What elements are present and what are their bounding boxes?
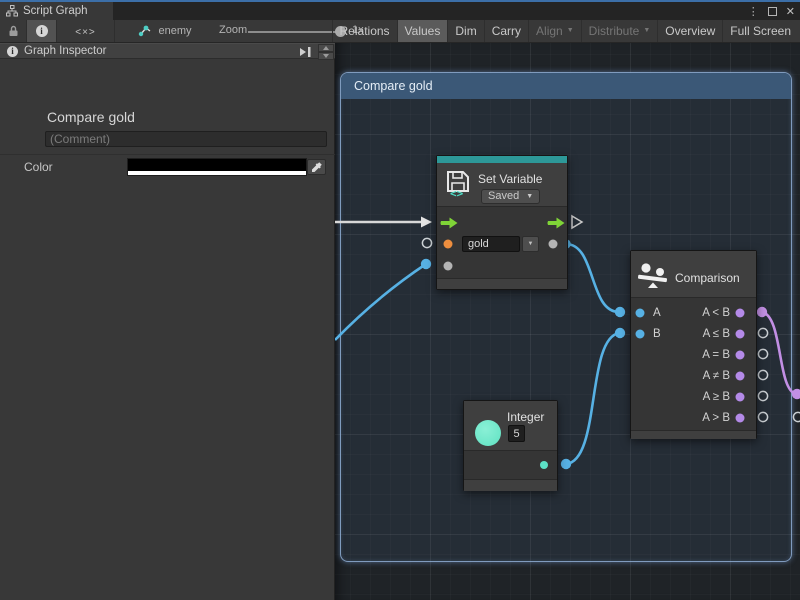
flow-output-port[interactable] (548, 218, 565, 229)
output-label-less-equal: A ≤ B (703, 328, 730, 340)
variable-name-field[interactable]: gold (462, 236, 520, 252)
inspector-header: Graph Inspector (0, 43, 335, 59)
graph-reference-label: enemy (158, 25, 191, 37)
flow-input-port[interactable] (441, 218, 458, 229)
code-icon (75, 22, 96, 40)
dim-button[interactable]: Dim (447, 20, 483, 42)
variable-scope-dropdown[interactable]: Saved (481, 189, 540, 204)
node-footer (437, 278, 567, 289)
output-port-not-equal[interactable] (736, 372, 745, 381)
dock-panel-icon[interactable] (298, 45, 313, 59)
variable-name-dropdown-button[interactable] (522, 236, 539, 252)
relations-button[interactable]: Relations (332, 20, 397, 42)
tab-script-graph[interactable]: Script Graph (0, 2, 113, 20)
distribute-dropdown-button[interactable]: Distribute (581, 20, 658, 42)
close-icon[interactable] (786, 2, 795, 20)
integer-value-field[interactable]: 5 (508, 425, 525, 442)
saved-variable-color-strip (437, 156, 567, 163)
output-label-greater: A > B (702, 412, 730, 424)
comment-input[interactable] (45, 131, 327, 147)
divider (0, 154, 335, 155)
fullscreen-button[interactable]: Full Screen (722, 20, 798, 42)
output-label-less: A < B (702, 307, 730, 319)
code-preview-button[interactable] (57, 20, 115, 42)
inspector-title: Graph Inspector (24, 45, 106, 57)
carry-button[interactable]: Carry (484, 20, 528, 42)
node-integer[interactable]: Integer 5 (463, 400, 558, 491)
node-footer (631, 430, 756, 439)
graph-canvas[interactable]: Compare gold (335, 43, 800, 600)
integer-icon (475, 420, 501, 446)
tab-title: Script Graph (23, 5, 88, 17)
graph-icon (6, 5, 18, 17)
values-button[interactable]: Values (397, 20, 448, 42)
output-port-less-equal[interactable] (736, 330, 745, 339)
eyedropper-icon (311, 161, 323, 173)
panel-spinner (318, 44, 334, 60)
input-label-b: B (653, 328, 661, 340)
node-title: Integer (507, 410, 544, 424)
inspector-toggle-button[interactable] (27, 20, 57, 42)
overview-button[interactable]: Overview (657, 20, 722, 42)
comparison-icon (637, 261, 669, 289)
lock-button[interactable] (0, 20, 27, 42)
output-port-less[interactable] (736, 309, 745, 318)
spinner-up-button[interactable] (318, 44, 334, 52)
graph-reference-icon (138, 25, 152, 37)
maximize-icon[interactable] (768, 7, 777, 16)
output-port-equal[interactable] (736, 351, 745, 360)
input-port-b[interactable] (636, 330, 645, 339)
set-variable-icon: <> (444, 169, 472, 199)
svg-text:<>: <> (450, 187, 464, 199)
input-port-a[interactable] (636, 309, 645, 318)
output-port-greater-equal[interactable] (736, 393, 745, 402)
graph-title: Compare gold (47, 109, 135, 125)
input-label-a: A (653, 307, 661, 319)
output-label-not-equal: A ≠ B (703, 370, 730, 382)
color-swatch[interactable] (128, 159, 306, 175)
value-input-port[interactable] (444, 262, 453, 271)
lock-icon (8, 25, 19, 37)
color-swatch-value (128, 159, 306, 171)
toolbar-buttons: Relations Values Dim Carry Align Distrib… (332, 20, 798, 42)
variable-name-port[interactable] (444, 240, 453, 249)
node-comparison[interactable]: Comparison A B A < B A ≤ B A = B A ≠ B A… (630, 250, 757, 439)
output-label-greater-equal: A ≥ B (703, 391, 730, 403)
align-dropdown-button[interactable]: Align (528, 20, 581, 42)
graph-reference-button[interactable]: enemy (125, 20, 205, 42)
info-icon (36, 25, 48, 37)
wire-endpoint (792, 389, 800, 399)
graph-inspector-panel: Graph Inspector Compare gold Color (0, 43, 335, 600)
spinner-down-button[interactable] (318, 52, 334, 60)
window-menu-icon[interactable] (748, 2, 759, 20)
window-controls (748, 2, 795, 20)
window-titlebar: Script Graph (0, 2, 800, 20)
unconnected-port-circle[interactable] (793, 412, 800, 421)
integer-output-port[interactable] (540, 461, 548, 469)
group-title: Compare gold (354, 79, 433, 93)
color-field-label: Color (24, 160, 53, 174)
info-icon (7, 46, 18, 57)
color-swatch-alpha-bar (128, 171, 306, 175)
node-footer (464, 479, 557, 491)
zoom-label: Zoom (219, 24, 247, 36)
output-label-equal: A = B (702, 349, 730, 361)
node-set-variable[interactable]: <> Set Variable Saved gold (436, 155, 568, 290)
node-title: Set Variable (478, 172, 542, 186)
graph-toolbar: enemy Zoom 1x Relations Values Dim Carry… (0, 20, 800, 43)
value-output-port[interactable] (549, 240, 558, 249)
script-graph-window: Script Graph enemy (0, 0, 800, 600)
group-header[interactable]: Compare gold (341, 73, 791, 99)
output-port-greater[interactable] (736, 414, 745, 423)
zoom-slider-track[interactable] (248, 31, 342, 33)
node-title: Comparison (675, 271, 740, 285)
eyedropper-button[interactable] (307, 159, 326, 175)
